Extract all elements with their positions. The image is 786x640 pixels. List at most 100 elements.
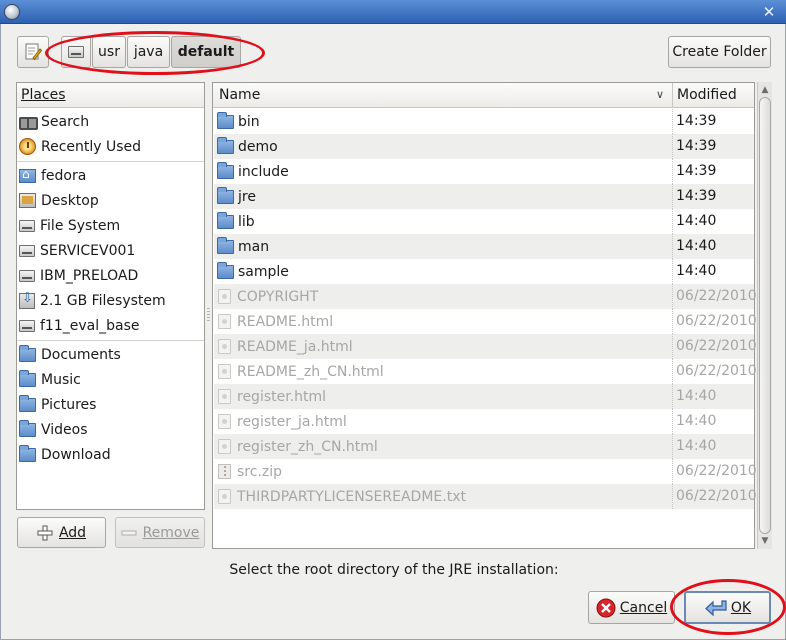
file-name-label: sample	[238, 263, 289, 280]
create-folder-button[interactable]: Create Folder	[668, 36, 771, 68]
table-row[interactable]: COPYRIGHT 06/22/2010	[214, 284, 757, 309]
places-item-desktop[interactable]: Desktop	[17, 188, 203, 213]
table-row[interactable]: register_ja.html 14:40	[214, 409, 754, 434]
file-name-cell: src.zip	[214, 459, 672, 484]
window-close-icon[interactable]: ✕	[760, 3, 778, 21]
path-segment-default[interactable]: default	[171, 36, 241, 68]
column-header-modified[interactable]: Modified	[672, 83, 754, 108]
places-separator	[17, 161, 204, 162]
places-pane[interactable]: Places Search Recently Used fedora Deskt…	[16, 82, 205, 510]
file-modified-cell: 14:40	[672, 409, 754, 434]
file-list-pane[interactable]: Name ∨ Modified bin 14:39 demo 14:39 include…	[212, 82, 757, 549]
places-item-2-1-gb-filesystem[interactable]: 2.1 GB Filesystem	[17, 288, 203, 313]
places-item-label: IBM_PRELOAD	[40, 267, 139, 284]
file-modified-cell: 06/22/2010	[672, 309, 757, 334]
drive-icon	[19, 244, 35, 257]
places-item-ibm-preload[interactable]: IBM_PRELOAD	[17, 263, 203, 288]
plus-icon	[37, 525, 53, 540]
file-modified-cell: 14:40	[672, 234, 754, 259]
file-name-label: lib	[238, 213, 255, 230]
remove-bookmark-button[interactable]: Remove	[115, 517, 205, 548]
file-name-label: jre	[238, 188, 256, 205]
file-name-cell: COPYRIGHT	[214, 284, 672, 309]
path-segment-java[interactable]: java	[127, 36, 170, 68]
places-item-videos[interactable]: Videos	[17, 417, 203, 442]
folder-icon	[217, 186, 234, 204]
table-row[interactable]: README_ja.html 06/22/2010	[214, 334, 757, 359]
folder-icon	[217, 261, 234, 279]
places-item-music[interactable]: Music	[17, 367, 203, 392]
scroll-up-arrow-icon[interactable]: ▲	[758, 83, 772, 97]
table-row[interactable]: README_zh_CN.html 06/22/2010	[214, 359, 757, 384]
file-icon	[218, 389, 231, 404]
edit-pencil-icon	[25, 43, 42, 61]
table-row[interactable]: man 14:40	[214, 234, 754, 259]
table-row[interactable]: jre 14:39	[214, 184, 754, 209]
places-item-file-system[interactable]: File System	[17, 213, 203, 238]
places-item-label: Download	[41, 446, 111, 463]
table-row[interactable]: register_zh_CN.html 14:40	[214, 434, 754, 459]
table-row[interactable]: sample 14:40	[214, 259, 754, 284]
file-modified-cell: 14:39	[672, 109, 754, 134]
places-item-pictures[interactable]: Pictures	[17, 392, 203, 417]
type-location-button[interactable]	[17, 36, 49, 68]
file-modified-cell: 14:39	[672, 134, 754, 159]
file-icon	[218, 364, 231, 379]
places-item-search[interactable]: Search	[17, 109, 203, 134]
desktop-icon	[19, 193, 36, 208]
file-list-scrollbar[interactable]: ▲ ▼	[757, 82, 772, 549]
places-item-servicev001[interactable]: SERVICEV001	[17, 238, 203, 263]
file-name-cell: demo	[214, 134, 672, 159]
path-root-button[interactable]	[61, 36, 91, 68]
ok-label: OK	[730, 599, 752, 616]
file-modified-cell: 06/22/2010	[672, 484, 757, 509]
file-name-cell: jre	[214, 184, 672, 209]
table-row[interactable]: register.html 14:40	[214, 384, 754, 409]
file-icon	[218, 439, 231, 454]
places-item-fedora[interactable]: fedora	[17, 163, 203, 188]
add-bookmark-button[interactable]: Add	[17, 517, 106, 548]
file-name-cell: include	[214, 159, 672, 184]
places-item-label: SERVICEV001	[40, 242, 136, 259]
folder-icon	[217, 236, 234, 254]
file-name-label: README_ja.html	[237, 338, 353, 355]
table-row[interactable]: THIRDPARTYLICENSEREADME.txt 06/22/2010	[214, 484, 757, 509]
places-separator	[17, 340, 204, 341]
file-name-label: THIRDPARTYLICENSEREADME.txt	[237, 488, 466, 505]
table-row[interactable]: README.html 06/22/2010	[214, 309, 757, 334]
sort-chevron-down-icon: ∨	[655, 88, 664, 101]
folder-icon	[217, 161, 234, 179]
file-name-label: register.html	[237, 388, 327, 405]
table-row[interactable]: include 14:39	[214, 159, 754, 184]
pane-splitter-grip[interactable]	[207, 308, 210, 322]
path-segment-label: default	[177, 44, 235, 60]
column-header-name[interactable]: Name ∨	[213, 83, 672, 108]
add-bookmark-label: Add	[58, 524, 87, 541]
file-name-cell: man	[214, 234, 672, 259]
scroll-down-arrow-icon[interactable]: ▼	[758, 534, 772, 548]
places-item-download[interactable]: Download	[17, 442, 203, 467]
window-titlebar[interactable]: ✕	[0, 0, 786, 24]
table-row[interactable]: src.zip 06/22/2010	[214, 459, 757, 484]
scrollbar-thumb[interactable]	[759, 97, 771, 534]
places-item-f11-eval-base[interactable]: f11_eval_base	[17, 313, 203, 338]
table-row[interactable]: bin 14:39	[214, 109, 754, 134]
file-name-label: bin	[238, 113, 260, 130]
drive-icon	[68, 46, 84, 58]
folder-icon	[19, 444, 36, 462]
file-name-cell: sample	[214, 259, 672, 284]
ok-button[interactable]: OK	[684, 591, 771, 624]
folder-icon	[19, 369, 36, 387]
table-row[interactable]: lib 14:40	[214, 209, 754, 234]
cancel-label: Cancel	[619, 599, 668, 616]
places-item-documents[interactable]: Documents	[17, 342, 203, 367]
places-item-recently-used[interactable]: Recently Used	[17, 134, 203, 159]
file-modified-cell: 14:39	[672, 184, 754, 209]
cancel-button[interactable]: Cancel	[588, 591, 675, 624]
file-modified-cell: 06/22/2010	[672, 359, 757, 384]
places-header[interactable]: Places	[17, 83, 204, 108]
path-segment-usr[interactable]: usr	[92, 36, 126, 68]
table-row[interactable]: demo 14:39	[214, 134, 754, 159]
file-modified-cell: 14:40	[672, 384, 754, 409]
places-item-label: Pictures	[41, 396, 97, 413]
